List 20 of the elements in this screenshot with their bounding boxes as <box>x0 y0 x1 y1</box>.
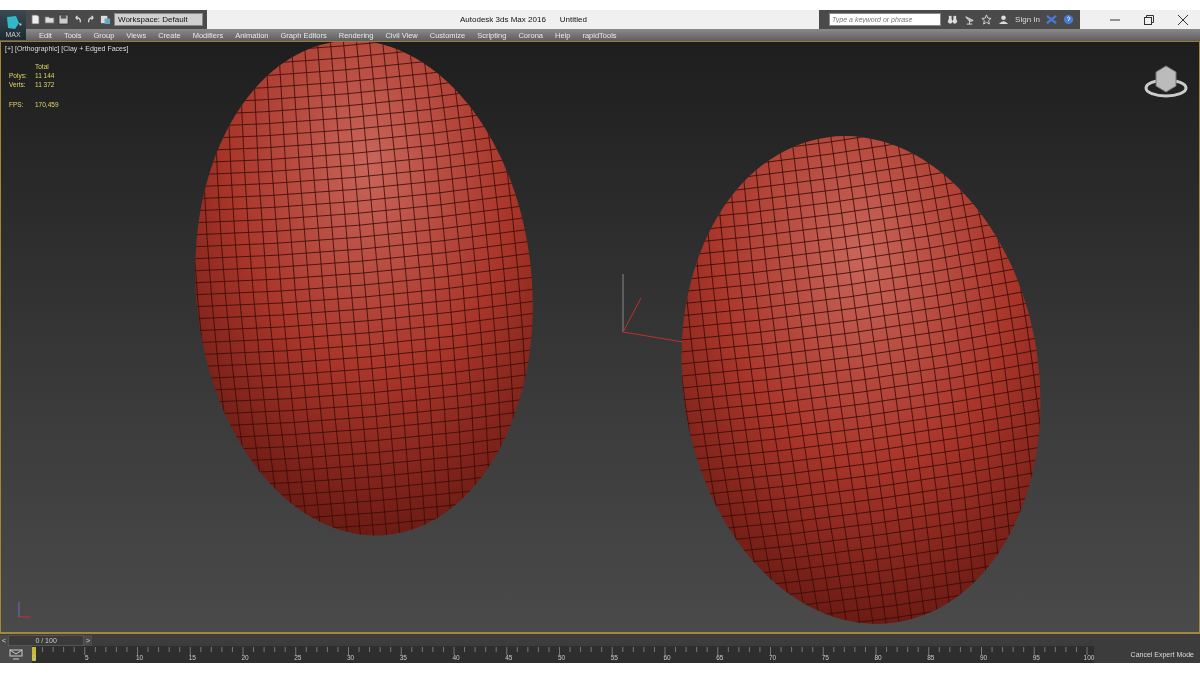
app-logo-icon <box>4 15 22 31</box>
axis-tripod-icon <box>622 273 684 343</box>
open-folder-icon[interactable] <box>44 14 55 25</box>
sign-in-button[interactable]: Sign In <box>1015 15 1040 24</box>
help-icon[interactable] <box>1063 14 1074 25</box>
close-icon <box>1178 14 1188 25</box>
user-icon[interactable] <box>998 14 1010 25</box>
star-icon[interactable] <box>981 14 993 25</box>
current-frame-marker[interactable] <box>32 647 36 661</box>
binoculars-icon[interactable] <box>947 14 959 25</box>
new-file-icon[interactable] <box>30 14 41 25</box>
restore-icon <box>1144 14 1154 25</box>
axis-icon <box>18 601 32 618</box>
satellite-dish-icon[interactable] <box>964 14 976 25</box>
viewcube-icon[interactable] <box>1144 65 1188 98</box>
project-folder-icon[interactable] <box>100 14 111 25</box>
workspace-dropdown[interactable]: Workspace: Default <box>114 13 203 26</box>
document-title: Untitled <box>559 15 587 24</box>
app-title: Autodesk 3ds Max 2016 <box>460 15 546 24</box>
save-icon[interactable] <box>58 14 69 25</box>
